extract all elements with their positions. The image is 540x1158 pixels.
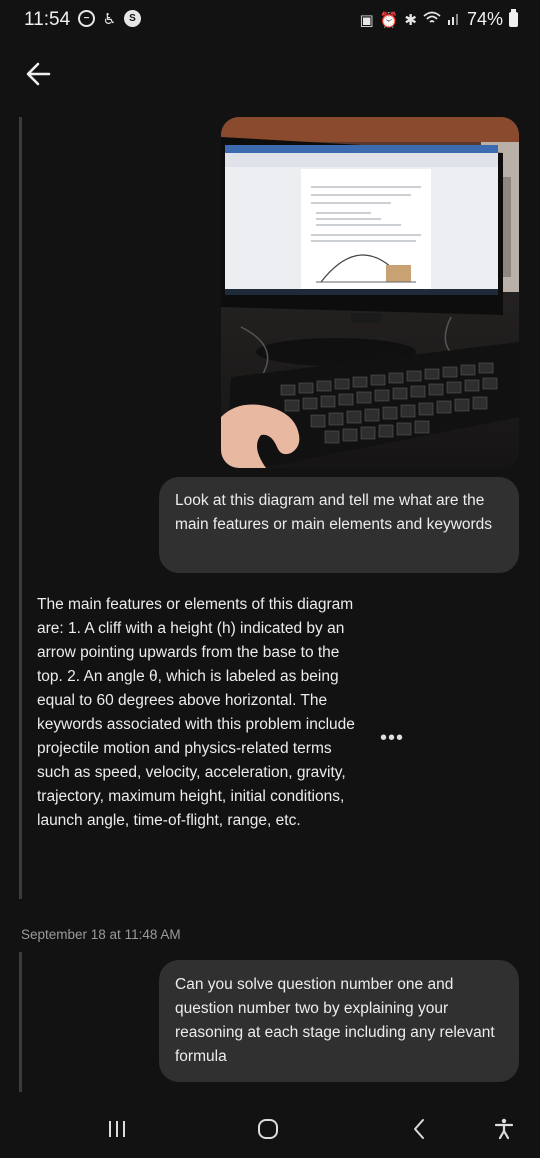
user-message-text-2: Can you solve question number one and qu… (175, 976, 495, 1065)
thread-line-top (19, 117, 22, 899)
signal-icon (447, 11, 461, 29)
thread-line-bottom (19, 952, 22, 1092)
message-timestamp: September 18 at 11:48 AM (21, 927, 181, 942)
status-right-icons: ▣ ⏰ ✱ 74% (360, 9, 518, 30)
attached-photo[interactable] (221, 117, 519, 468)
battery-percent: 74% (466, 9, 503, 29)
back-nav-icon (414, 1119, 424, 1139)
more-options-button[interactable]: ••• (376, 726, 408, 750)
recent-apps-icon (109, 1121, 125, 1137)
system-back-button[interactable] (400, 1112, 440, 1146)
user-message-bubble[interactable]: Look at this diagram and tell me what ar… (159, 477, 519, 573)
more-options-icon: ••• (379, 726, 404, 749)
screenshot-icon: ▣ (359, 11, 374, 29)
user-message-bubble-2[interactable]: Can you solve question number one and qu… (159, 960, 519, 1082)
photo-monitor-keyboard (221, 117, 519, 468)
assistant-message-text: The main features or elements of this di… (37, 596, 355, 829)
accessibility-icon: ♿ (102, 10, 117, 28)
recent-apps-button[interactable] (97, 1112, 137, 1146)
battery-icon (509, 9, 518, 27)
status-bar: 11:54 − ♿ S ▣ ⏰ ✱ 74% (0, 0, 540, 40)
arrow-left-icon (26, 62, 51, 86)
user-message-text: Look at this diagram and tell me what ar… (175, 492, 493, 533)
home-icon (258, 1119, 278, 1139)
home-button[interactable] (248, 1112, 288, 1146)
accessibility-icon (494, 1118, 514, 1140)
back-button[interactable] (20, 56, 56, 92)
s-app-icon: S (124, 10, 141, 27)
wifi-icon (423, 11, 441, 29)
status-left-icons: − ♿ S (78, 10, 141, 28)
do-not-disturb-icon: − (78, 10, 95, 27)
accessibility-button[interactable] (484, 1112, 524, 1146)
alarm-icon: ⏰ (379, 11, 399, 29)
bluetooth-icon: ✱ (404, 11, 417, 29)
navigation-bar (0, 1100, 540, 1158)
status-time: 11:54 (24, 9, 71, 30)
